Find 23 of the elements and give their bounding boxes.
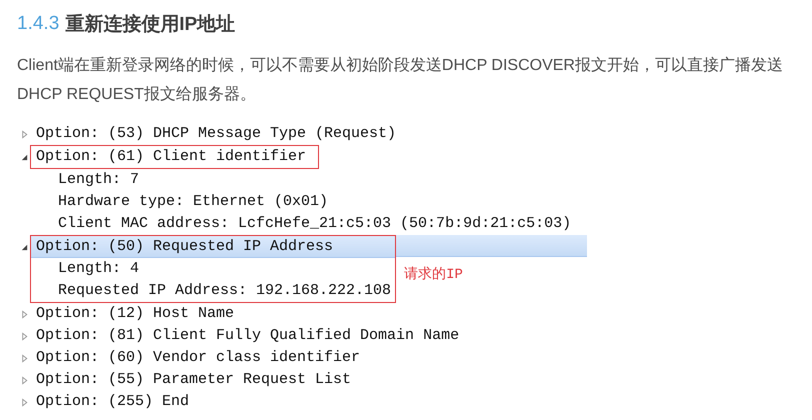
- section-title: 重新连接使用IP地址: [65, 12, 236, 37]
- paragraph: Client端在重新登录网络的时候，可以不需要从初始阶段发送DHCP DISCOVER报文开始，可以直接广播发送DHCP REQUEST报文给服务器。: [17, 56, 784, 105]
- tree-row[interactable]: Option: (53) DHCP Message Type (Request): [31, 123, 586, 145]
- annotation-note: 请求的IP: [404, 266, 464, 283]
- tree-row[interactable]: Length: 4: [31, 258, 396, 280]
- tree-row[interactable]: Option: (55) Parameter Request List: [31, 369, 586, 391]
- tree-row[interactable]: Requested IP Address: 192.168.222.108: [31, 280, 396, 302]
- tree-row[interactable]: Length: 7: [30, 169, 587, 191]
- tree-row[interactable]: Option: (50) Requested IP Address: [31, 236, 396, 258]
- collapsed-triangle-icon[interactable]: [20, 398, 29, 406]
- collapsed-triangle-icon[interactable]: [20, 376, 29, 384]
- tree-row[interactable]: Hardware type: Ethernet (0x01): [30, 191, 587, 213]
- tree-row[interactable]: Option: (81) Client Fully Qualified Domain Name: [31, 325, 586, 347]
- collapsed-triangle-icon[interactable]: [20, 332, 29, 340]
- tree-row[interactable]: Client MAC address: LcfcHefe_21:c5:03 (50:7b:9d:21:c5:03): [30, 213, 587, 235]
- tree-row[interactable]: Option: (60) Vendor class identifier: [31, 347, 586, 369]
- collapsed-triangle-icon[interactable]: [20, 130, 29, 138]
- section-number: 1.4.3: [17, 13, 60, 35]
- collapsed-triangle-icon[interactable]: [20, 310, 29, 318]
- tree-row[interactable]: Option: (61) Client identifier: [31, 146, 310, 168]
- collapsed-triangle-icon[interactable]: [20, 354, 29, 362]
- tree-row[interactable]: Option: (255) End: [31, 391, 586, 413]
- tree-row[interactable]: Option: (12) Host Name: [31, 303, 586, 325]
